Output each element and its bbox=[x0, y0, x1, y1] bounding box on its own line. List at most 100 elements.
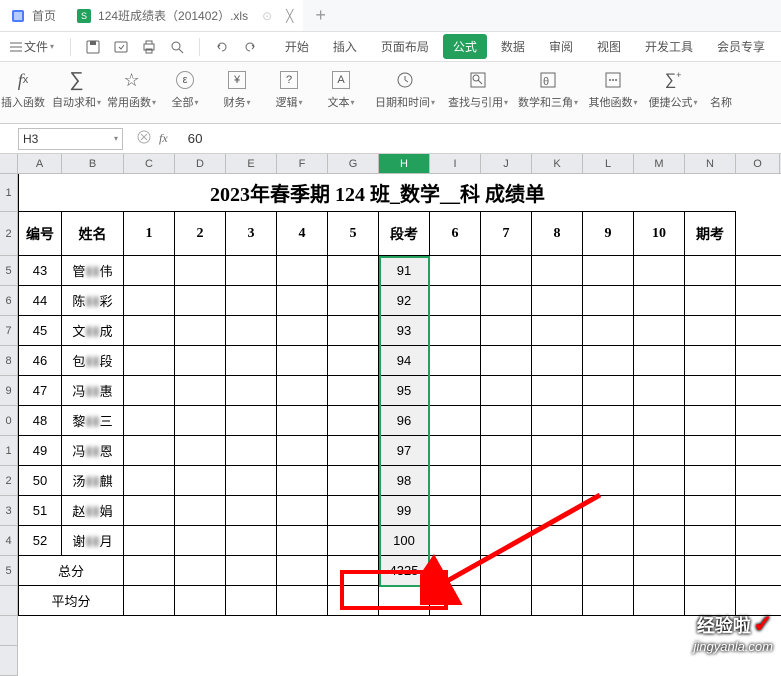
cell-name[interactable]: 赵▮▮娟 bbox=[62, 496, 124, 525]
formula-input[interactable] bbox=[182, 128, 781, 150]
cell[interactable] bbox=[532, 346, 583, 375]
cell[interactable] bbox=[328, 466, 379, 495]
cell[interactable] bbox=[685, 526, 736, 555]
cell-name[interactable]: 陈▮▮彩 bbox=[62, 286, 124, 315]
cell[interactable] bbox=[481, 316, 532, 345]
cell[interactable] bbox=[583, 556, 634, 585]
cell[interactable] bbox=[532, 286, 583, 315]
cell[interactable] bbox=[532, 496, 583, 525]
undo-icon[interactable] bbox=[212, 37, 232, 57]
cell[interactable] bbox=[328, 286, 379, 315]
row-header[interactable]: 2 bbox=[0, 212, 18, 256]
cell[interactable] bbox=[277, 316, 328, 345]
cell[interactable] bbox=[175, 556, 226, 585]
cell[interactable] bbox=[226, 556, 277, 585]
add-tab-button[interactable]: + bbox=[303, 5, 338, 26]
cell[interactable] bbox=[175, 526, 226, 555]
cell[interactable] bbox=[634, 376, 685, 405]
cell[interactable] bbox=[328, 556, 379, 585]
cell[interactable] bbox=[277, 286, 328, 315]
cell[interactable] bbox=[277, 256, 328, 285]
menu-tab-view[interactable]: 视图 bbox=[587, 34, 631, 59]
col-header-L[interactable]: L bbox=[583, 154, 634, 173]
cell[interactable] bbox=[226, 406, 277, 435]
cell[interactable] bbox=[226, 286, 277, 315]
col-header-I[interactable]: I bbox=[430, 154, 481, 173]
cell[interactable] bbox=[583, 316, 634, 345]
cell[interactable] bbox=[430, 316, 481, 345]
menu-tab-data[interactable]: 数据 bbox=[491, 34, 535, 59]
cell[interactable] bbox=[685, 376, 736, 405]
cell[interactable] bbox=[583, 496, 634, 525]
hdr-7[interactable]: 7 bbox=[481, 212, 532, 255]
cell[interactable] bbox=[124, 376, 175, 405]
cell-score[interactable]: 99 bbox=[379, 496, 430, 525]
cell[interactable] bbox=[685, 496, 736, 525]
cell[interactable] bbox=[328, 586, 379, 615]
cell[interactable] bbox=[685, 286, 736, 315]
cell[interactable] bbox=[532, 556, 583, 585]
row-header[interactable]: 9 bbox=[0, 376, 18, 406]
cell[interactable] bbox=[481, 556, 532, 585]
redo-icon[interactable] bbox=[240, 37, 260, 57]
insert-function-button[interactable]: fx 插入函数 bbox=[0, 68, 46, 110]
cell[interactable] bbox=[226, 346, 277, 375]
row-header[interactable]: 5 bbox=[0, 556, 18, 586]
home-tab[interactable]: 首页 bbox=[0, 0, 66, 31]
cell[interactable] bbox=[430, 586, 481, 615]
row-header[interactable]: 1 bbox=[0, 436, 18, 466]
grid-data[interactable]: 2023年春季期 124 班_数学__科 成绩单 编号 姓名 1 2 3 4 5… bbox=[18, 174, 781, 676]
cell[interactable] bbox=[634, 406, 685, 435]
backup-icon[interactable] bbox=[111, 37, 131, 57]
cell[interactable] bbox=[634, 526, 685, 555]
cell[interactable] bbox=[430, 256, 481, 285]
cell[interactable] bbox=[175, 376, 226, 405]
cell[interactable] bbox=[583, 406, 634, 435]
col-header-G[interactable]: G bbox=[328, 154, 379, 173]
row-header[interactable] bbox=[0, 616, 18, 646]
row-header[interactable] bbox=[0, 586, 18, 616]
cell-id[interactable]: 48 bbox=[18, 406, 62, 435]
hdr-4[interactable]: 4 bbox=[277, 212, 328, 255]
cell[interactable] bbox=[481, 496, 532, 525]
cell[interactable] bbox=[430, 556, 481, 585]
cell[interactable] bbox=[583, 436, 634, 465]
cell[interactable] bbox=[481, 376, 532, 405]
cell-name[interactable]: 汤▮▮麒 bbox=[62, 466, 124, 495]
hdr-10[interactable]: 10 bbox=[634, 212, 685, 255]
row-header[interactable]: 5 bbox=[0, 256, 18, 286]
row-header[interactable]: 6 bbox=[0, 286, 18, 316]
cell-id[interactable]: 51 bbox=[18, 496, 62, 525]
cell[interactable] bbox=[328, 256, 379, 285]
cell-score[interactable]: 94 bbox=[379, 346, 430, 375]
row-header[interactable]: 4 bbox=[0, 526, 18, 556]
col-header-J[interactable]: J bbox=[481, 154, 532, 173]
cell[interactable] bbox=[277, 556, 328, 585]
cell[interactable] bbox=[328, 526, 379, 555]
select-all-corner[interactable] bbox=[0, 154, 18, 173]
cell[interactable] bbox=[634, 556, 685, 585]
logical-button[interactable]: ? 逻辑▾ bbox=[266, 68, 312, 110]
col-header-D[interactable]: D bbox=[175, 154, 226, 173]
col-header-B[interactable]: B bbox=[62, 154, 124, 173]
cell[interactable] bbox=[583, 346, 634, 375]
text-button[interactable]: A 文本▾ bbox=[318, 68, 364, 110]
cell[interactable] bbox=[583, 586, 634, 615]
cell-score[interactable]: 100 bbox=[379, 526, 430, 555]
cell[interactable] bbox=[634, 496, 685, 525]
hdr-6[interactable]: 6 bbox=[430, 212, 481, 255]
cell[interactable] bbox=[685, 256, 736, 285]
col-header-N[interactable]: N bbox=[685, 154, 736, 173]
cell-score[interactable]: 96 bbox=[379, 406, 430, 435]
cell[interactable] bbox=[532, 436, 583, 465]
cell[interactable] bbox=[430, 526, 481, 555]
cell[interactable] bbox=[328, 346, 379, 375]
cell[interactable] bbox=[277, 526, 328, 555]
math-button[interactable]: θ 数学和三角▾ bbox=[516, 68, 580, 110]
cell[interactable] bbox=[532, 586, 583, 615]
common-fn-button[interactable]: ☆ 常用函数▾ bbox=[107, 68, 156, 110]
col-header-H[interactable]: H bbox=[379, 154, 430, 173]
cancel-icon[interactable] bbox=[137, 130, 151, 147]
cell-name[interactable]: 包▮▮段 bbox=[62, 346, 124, 375]
cell-score[interactable]: 98 bbox=[379, 466, 430, 495]
